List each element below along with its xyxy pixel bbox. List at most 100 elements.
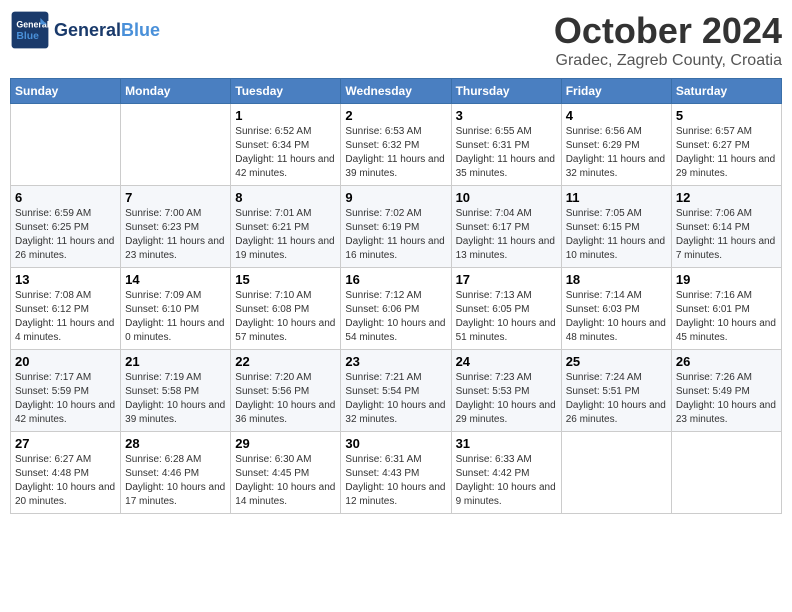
day-number: 21: [125, 354, 226, 369]
day-info: Sunrise: 7:02 AMSunset: 6:19 PMDaylight:…: [345, 207, 446, 263]
calendar-cell: 5Sunrise: 6:57 AMSunset: 6:27 PMDaylight…: [671, 104, 781, 186]
day-number: 14: [125, 272, 226, 287]
calendar-week-row: 6 Sunrise: 6:59 AMSunset: 6:25 PMDaylight…: [11, 186, 782, 268]
logo-blue: Blue: [121, 20, 160, 40]
day-info: Sunrise: 7:23 AMSunset: 5:53 PMDaylight:…: [456, 371, 557, 427]
day-header-friday: Friday: [561, 79, 671, 104]
month-title: October 2024: [554, 10, 782, 52]
calendar-cell: 21 Sunrise: 7:19 AMSunset: 5:58 PMDayligh…: [121, 350, 231, 432]
title-block: October 2024 Gradec, Zagreb County, Croa…: [554, 10, 782, 70]
day-number: 28: [125, 436, 226, 451]
logo: General Blue GeneralBlue: [10, 10, 160, 50]
day-info: Sunrise: 6:52 AMSunset: 6:34 PMDaylight:…: [235, 125, 336, 181]
day-number: 3: [456, 108, 557, 123]
day-info: Sunrise: 7:13 AMSunset: 6:05 PMDaylight:…: [456, 289, 557, 345]
day-info: Sunrise: 7:08 AMSunset: 6:12 PMDaylight:…: [15, 289, 116, 345]
day-info: Sunrise: 6:33 AMSunset: 4:42 PMDaylight:…: [456, 453, 557, 509]
calendar-cell: [121, 104, 231, 186]
calendar-cell: 14 Sunrise: 7:09 AMSunset: 6:10 PMDayligh…: [121, 268, 231, 350]
day-number: 6: [15, 190, 116, 205]
day-number: 8: [235, 190, 336, 205]
logo-general: General: [54, 20, 121, 40]
day-header-monday: Monday: [121, 79, 231, 104]
day-info: Sunrise: 7:16 AMSunset: 6:01 PMDaylight:…: [676, 289, 777, 345]
day-number: 30: [345, 436, 446, 451]
day-header-sunday: Sunday: [11, 79, 121, 104]
day-info: Sunrise: 6:28 AMSunset: 4:46 PMDaylight:…: [125, 453, 226, 509]
day-info: Sunrise: 7:26 AMSunset: 5:49 PMDaylight:…: [676, 371, 777, 427]
day-number: 18: [566, 272, 667, 287]
day-number: 17: [456, 272, 557, 287]
calendar-week-row: 13 Sunrise: 7:08 AMSunset: 6:12 PMDayligh…: [11, 268, 782, 350]
calendar-cell: 13 Sunrise: 7:08 AMSunset: 6:12 PMDayligh…: [11, 268, 121, 350]
calendar-week-row: 27Sunrise: 6:27 AMSunset: 4:48 PMDayligh…: [11, 432, 782, 514]
day-info: Sunrise: 6:30 AMSunset: 4:45 PMDaylight:…: [235, 453, 336, 509]
calendar-cell: 30Sunrise: 6:31 AMSunset: 4:43 PMDayligh…: [341, 432, 451, 514]
day-number: 19: [676, 272, 777, 287]
day-info: Sunrise: 6:53 AMSunset: 6:32 PMDaylight:…: [345, 125, 446, 181]
calendar-cell: 15 Sunrise: 7:10 AMSunset: 6:08 PMDayligh…: [231, 268, 341, 350]
day-info: Sunrise: 7:00 AMSunset: 6:23 PMDaylight:…: [125, 207, 226, 263]
day-number: 26: [676, 354, 777, 369]
page-header: General Blue GeneralBlue October 2024 Gr…: [10, 10, 782, 70]
calendar-cell: 23 Sunrise: 7:21 AMSunset: 5:54 PMDayligh…: [341, 350, 451, 432]
day-info: Sunrise: 6:56 AMSunset: 6:29 PMDaylight:…: [566, 125, 667, 181]
day-number: 15: [235, 272, 336, 287]
day-number: 12: [676, 190, 777, 205]
day-number: 9: [345, 190, 446, 205]
calendar-cell: 28 Sunrise: 6:28 AMSunset: 4:46 PMDayligh…: [121, 432, 231, 514]
day-info: Sunrise: 7:20 AMSunset: 5:56 PMDaylight:…: [235, 371, 336, 427]
day-header-saturday: Saturday: [671, 79, 781, 104]
calendar-cell: 18Sunrise: 7:14 AMSunset: 6:03 PMDayligh…: [561, 268, 671, 350]
day-number: 11: [566, 190, 667, 205]
day-number: 16: [345, 272, 446, 287]
day-number: 20: [15, 354, 116, 369]
day-info: Sunrise: 7:17 AMSunset: 5:59 PMDaylight:…: [15, 371, 116, 427]
day-info: Sunrise: 6:57 AMSunset: 6:27 PMDaylight:…: [676, 125, 777, 181]
calendar-cell: 20 Sunrise: 7:17 AMSunset: 5:59 PMDayligh…: [11, 350, 121, 432]
calendar-cell: 10 Sunrise: 7:04 AMSunset: 6:17 PMDayligh…: [451, 186, 561, 268]
day-number: 1: [235, 108, 336, 123]
location-subtitle: Gradec, Zagreb County, Croatia: [554, 52, 782, 70]
day-info: Sunrise: 7:10 AMSunset: 6:08 PMDaylight:…: [235, 289, 336, 345]
calendar-cell: [671, 432, 781, 514]
day-info: Sunrise: 7:05 AMSunset: 6:15 PMDaylight:…: [566, 207, 667, 263]
calendar-cell: 9 Sunrise: 7:02 AMSunset: 6:19 PMDaylight…: [341, 186, 451, 268]
day-info: Sunrise: 7:24 AMSunset: 5:51 PMDaylight:…: [566, 371, 667, 427]
day-number: 13: [15, 272, 116, 287]
calendar-cell: 26 Sunrise: 7:26 AMSunset: 5:49 PMDayligh…: [671, 350, 781, 432]
day-info: Sunrise: 6:59 AMSunset: 6:25 PMDaylight:…: [15, 207, 116, 263]
calendar-cell: 6 Sunrise: 6:59 AMSunset: 6:25 PMDaylight…: [11, 186, 121, 268]
calendar-cell: 3Sunrise: 6:55 AMSunset: 6:31 PMDaylight…: [451, 104, 561, 186]
day-number: 7: [125, 190, 226, 205]
calendar-cell: 22 Sunrise: 7:20 AMSunset: 5:56 PMDayligh…: [231, 350, 341, 432]
day-number: 22: [235, 354, 336, 369]
day-info: Sunrise: 7:01 AMSunset: 6:21 PMDaylight:…: [235, 207, 336, 263]
calendar-cell: 16 Sunrise: 7:12 AMSunset: 6:06 PMDayligh…: [341, 268, 451, 350]
day-number: 27: [15, 436, 116, 451]
day-info: Sunrise: 7:21 AMSunset: 5:54 PMDaylight:…: [345, 371, 446, 427]
day-number: 10: [456, 190, 557, 205]
svg-text:General: General: [16, 20, 49, 30]
calendar-cell: 27Sunrise: 6:27 AMSunset: 4:48 PMDayligh…: [11, 432, 121, 514]
day-number: 29: [235, 436, 336, 451]
calendar-cell: 12Sunrise: 7:06 AMSunset: 6:14 PMDayligh…: [671, 186, 781, 268]
day-info: Sunrise: 7:19 AMSunset: 5:58 PMDaylight:…: [125, 371, 226, 427]
day-info: Sunrise: 7:09 AMSunset: 6:10 PMDaylight:…: [125, 289, 226, 345]
calendar-cell: 7 Sunrise: 7:00 AMSunset: 6:23 PMDaylight…: [121, 186, 231, 268]
calendar-week-row: 1 Sunrise: 6:52 AMSunset: 6:34 PMDaylight…: [11, 104, 782, 186]
day-info: Sunrise: 7:04 AMSunset: 6:17 PMDaylight:…: [456, 207, 557, 263]
day-number: 31: [456, 436, 557, 451]
calendar-cell: 2Sunrise: 6:53 AMSunset: 6:32 PMDaylight…: [341, 104, 451, 186]
calendar-week-row: 20 Sunrise: 7:17 AMSunset: 5:59 PMDayligh…: [11, 350, 782, 432]
calendar-cell: [561, 432, 671, 514]
calendar-cell: 31 Sunrise: 6:33 AMSunset: 4:42 PMDayligh…: [451, 432, 561, 514]
calendar-cell: 19 Sunrise: 7:16 AMSunset: 6:01 PMDayligh…: [671, 268, 781, 350]
calendar-cell: 8 Sunrise: 7:01 AMSunset: 6:21 PMDaylight…: [231, 186, 341, 268]
day-number: 23: [345, 354, 446, 369]
calendar-cell: 29 Sunrise: 6:30 AMSunset: 4:45 PMDayligh…: [231, 432, 341, 514]
calendar-cell: [11, 104, 121, 186]
day-info: Sunrise: 7:12 AMSunset: 6:06 PMDaylight:…: [345, 289, 446, 345]
day-header-thursday: Thursday: [451, 79, 561, 104]
calendar-cell: 4Sunrise: 6:56 AMSunset: 6:29 PMDaylight…: [561, 104, 671, 186]
